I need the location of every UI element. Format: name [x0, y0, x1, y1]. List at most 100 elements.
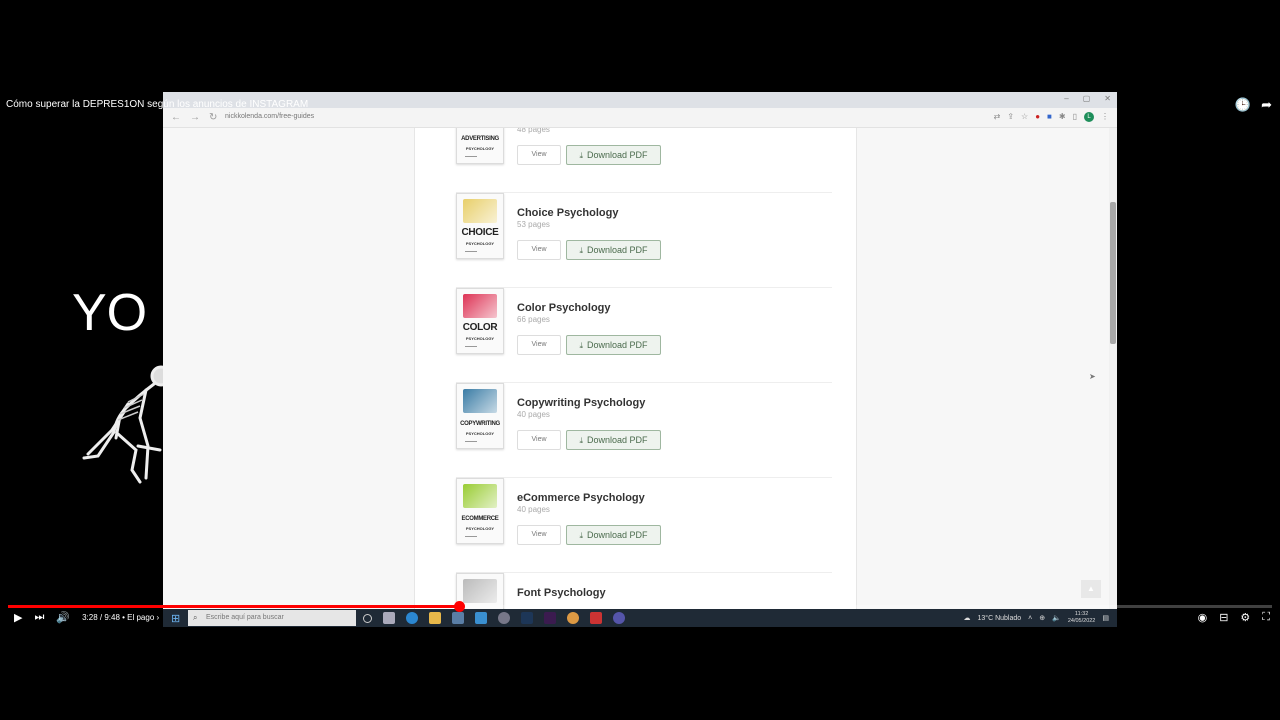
guide-title: eCommerce Psychology: [517, 492, 645, 504]
guide-cover-image[interactable]: CHOICE PSYCHOLOGY: [456, 193, 504, 259]
page-scrollbar[interactable]: [1109, 128, 1117, 609]
weather-icon[interactable]: ☁: [963, 614, 970, 622]
network-icon[interactable]: ⊕: [1039, 614, 1045, 622]
search-icon: ⌕: [193, 613, 198, 622]
opera-extension-icon[interactable]: ●: [1035, 112, 1040, 122]
view-button[interactable]: View: [517, 335, 561, 355]
download-pdf-button[interactable]: ⤓ Download PDF: [566, 145, 661, 165]
guide-cover-image[interactable]: COPYWRITING PSYCHOLOGY: [456, 383, 504, 449]
time-display[interactable]: 3:28 / 9:48 • El pago ›: [82, 613, 159, 622]
guide-row: COLOR PSYCHOLOGY Color Psychology 66 pages V…: [456, 288, 832, 383]
reload-icon[interactable]: ↻: [209, 112, 217, 123]
mail-icon[interactable]: [475, 612, 487, 624]
premiere-icon[interactable]: [544, 612, 556, 624]
play-icon[interactable]: ▶: [14, 611, 22, 624]
autoplay-toggle-icon[interactable]: ◉: [1198, 611, 1208, 624]
address-bar[interactable]: nickkolenda.com/free-guides: [225, 113, 314, 120]
browser-toolbar: ← → ↻ nickkolenda.com/free-guides ⇄ ⇪ ☆ …: [163, 108, 1117, 128]
next-icon[interactable]: ⏭: [34, 611, 44, 624]
settings-icon[interactable]: ⚙: [1240, 611, 1250, 624]
guide-cover-image[interactable]: COLOR PSYCHOLOGY: [456, 288, 504, 354]
cover-art-icon: [463, 484, 497, 508]
store-icon[interactable]: [452, 612, 464, 624]
video-player[interactable]: Cómo superar la DEPRES1ON según los anun…: [0, 0, 1280, 720]
guide-row: ECOMMERCE PSYCHOLOGY eCommerce Psychology 4…: [456, 478, 832, 573]
progress-fill: [8, 605, 460, 608]
back-icon[interactable]: ←: [171, 112, 181, 123]
cortana-icon[interactable]: [363, 614, 372, 623]
player-controls-left: ▶ ⏭ 🔊 3:28 / 9:48 • El pago ›: [14, 611, 159, 624]
guide-cover-image[interactable]: ECOMMERCE PSYCHOLOGY: [456, 478, 504, 544]
bookmark-star-icon[interactable]: ☆: [1021, 112, 1028, 122]
download-icon: ⤓: [579, 531, 583, 540]
fullscreen-icon[interactable]: ⛶: [1262, 611, 1270, 624]
notifications-icon[interactable]: ▤: [1102, 614, 1109, 622]
cover-subtitle: PSYCHOLOGY: [465, 526, 495, 531]
menu-kebab-icon[interactable]: ⋮: [1101, 112, 1109, 122]
extension-square-icon[interactable]: ■: [1047, 112, 1052, 122]
guide-title: Font Psychology: [517, 587, 606, 599]
share-page-icon[interactable]: ⇪: [1007, 112, 1014, 122]
cover-subtitle: PSYCHOLOGY: [465, 431, 495, 436]
window-controls: – ▢ ✕: [1064, 94, 1111, 103]
video-title[interactable]: Cómo superar la DEPRES1ON según los anun…: [6, 99, 308, 110]
app-purple-icon[interactable]: [613, 612, 625, 624]
view-button[interactable]: View: [517, 525, 561, 545]
cover-title: COLOR: [462, 322, 498, 333]
guide-title: Copywriting Psychology: [517, 397, 646, 409]
translate-icon[interactable]: ⇄: [994, 112, 1001, 122]
volume-icon[interactable]: 🔊: [56, 611, 70, 624]
view-button[interactable]: View: [517, 430, 561, 450]
cover-divider: [465, 536, 477, 537]
watch-later-icon[interactable]: 🕒: [1235, 98, 1251, 112]
view-button[interactable]: View: [517, 240, 561, 260]
view-button[interactable]: View: [517, 145, 561, 165]
close-icon[interactable]: ✕: [1104, 94, 1111, 103]
video-top-actions: 🕒 ➦: [1235, 98, 1272, 112]
subtitles-icon[interactable]: ⊟: [1219, 611, 1228, 624]
cover-title: ECOMMERCE: [461, 516, 499, 522]
cover-art-icon: [463, 199, 497, 223]
profile-avatar[interactable]: L: [1084, 112, 1094, 122]
settings-app-icon[interactable]: [498, 612, 510, 624]
mouse-pointer-icon: ➤: [1089, 372, 1096, 381]
extensions-bar: ⇄ ⇪ ☆ ● ■ ✱ ▯ L ⋮: [994, 112, 1109, 122]
task-view-icon[interactable]: [383, 612, 395, 624]
puzzle-extension-icon[interactable]: ✱: [1059, 112, 1066, 122]
photoshop-icon[interactable]: [521, 612, 533, 624]
overlay-yo-text: YO: [72, 284, 148, 342]
cover-art-icon: [463, 389, 497, 413]
download-pdf-button[interactable]: ⤓ Download PDF: [566, 525, 661, 545]
taskbar-search-placeholder: Escribe aquí para buscar: [206, 614, 284, 621]
back-to-top-button[interactable]: ▲: [1081, 580, 1101, 598]
forward-icon[interactable]: →: [190, 112, 200, 123]
clock-time: 11:32: [1074, 611, 1089, 617]
guide-title: Choice Psychology: [517, 207, 619, 219]
download-icon: ⤓: [579, 246, 583, 255]
windows-start-icon[interactable]: ⊞: [171, 612, 180, 625]
weather-text[interactable]: 13°C Nublado: [977, 615, 1021, 622]
volume-tray-icon[interactable]: 🔈: [1052, 614, 1061, 622]
download-label: Download PDF: [587, 150, 648, 160]
taskbar-clock[interactable]: 11:32 24/05/2022: [1068, 611, 1096, 625]
minimize-icon[interactable]: –: [1064, 94, 1068, 103]
download-pdf-button[interactable]: ⤓ Download PDF: [566, 335, 661, 355]
app-red-icon[interactable]: [590, 612, 602, 624]
cover-subtitle: PSYCHOLOGY: [465, 146, 495, 151]
guide-cover-image[interactable]: ADVERTISING PSYCHOLOGY: [456, 128, 504, 164]
edge-icon[interactable]: [406, 612, 418, 624]
file-explorer-icon[interactable]: [429, 612, 441, 624]
taskbar-apps: [363, 612, 625, 624]
chrome-app-icon[interactable]: [567, 612, 579, 624]
browser-nav: ← → ↻: [171, 112, 217, 123]
scrollbar-thumb[interactable]: [1110, 202, 1116, 344]
maximize-icon[interactable]: ▢: [1083, 94, 1091, 103]
tray-arrow-icon[interactable]: ˄: [1028, 615, 1032, 622]
download-pdf-button[interactable]: ⤓ Download PDF: [566, 240, 661, 260]
download-pdf-button[interactable]: ⤓ Download PDF: [566, 430, 661, 450]
video-progress-bar[interactable]: [8, 601, 1272, 612]
cover-subtitle: PSYCHOLOGY: [465, 241, 495, 246]
sidebar-icon[interactable]: ▯: [1073, 112, 1077, 122]
taskbar-search-input[interactable]: ⌕ Escribe aquí para buscar: [188, 610, 356, 626]
share-icon[interactable]: ➦: [1261, 98, 1272, 112]
